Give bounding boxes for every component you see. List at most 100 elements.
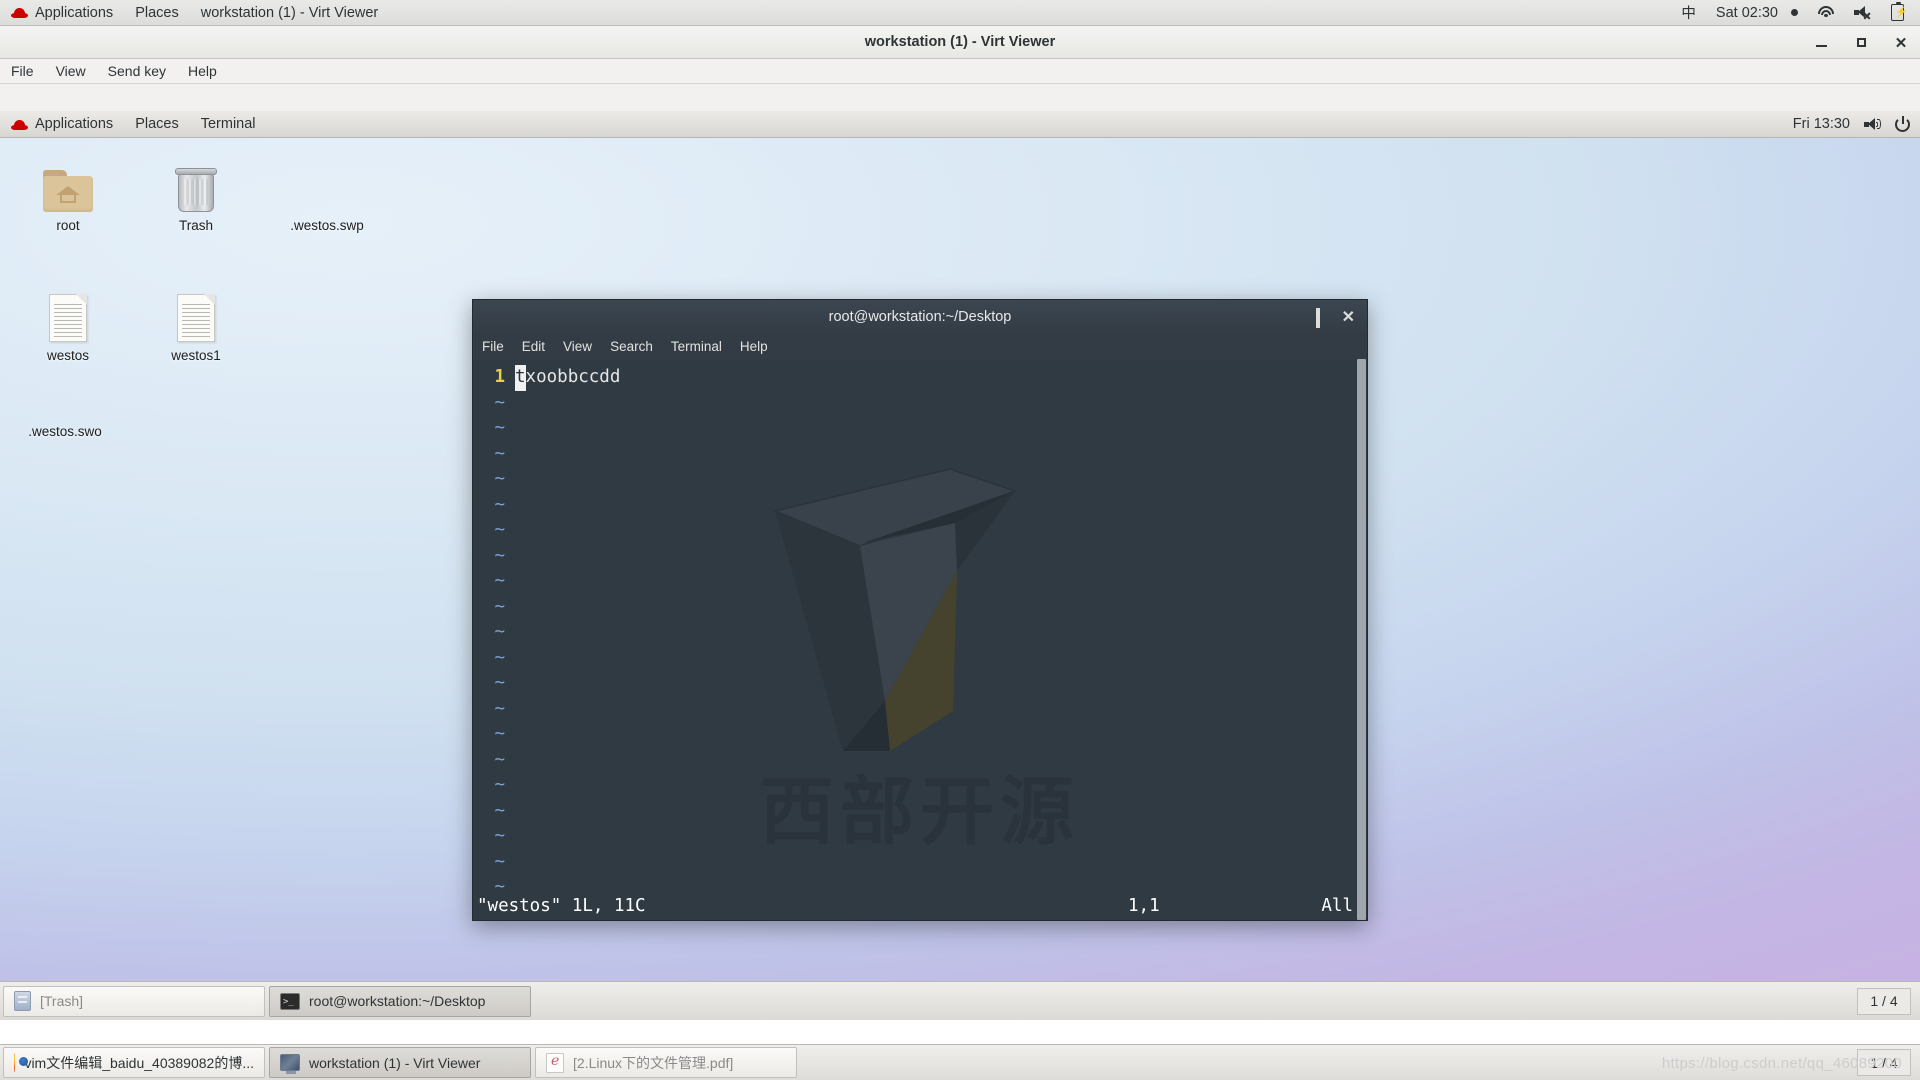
desktop-icon-label: westos bbox=[46, 348, 90, 363]
vim-tilde-row: ~ bbox=[473, 569, 1367, 595]
terminal-scrollbar[interactable] bbox=[1357, 359, 1366, 920]
vim-tilde-row: ~ bbox=[473, 518, 1367, 544]
taskbar-item-terminal[interactable]: root@workstation:~/Desktop bbox=[269, 985, 531, 1017]
desktop-icon-trash[interactable]: Trash bbox=[148, 156, 244, 233]
volume-icon[interactable] bbox=[1864, 117, 1881, 131]
vv-menu-send-key[interactable]: Send key bbox=[97, 59, 177, 84]
host-window-title[interactable]: workstation (1) - Virt Viewer bbox=[190, 0, 390, 26]
vim-tilde-column: ~~~~~~~~~~~~~~~~~~~~~~ bbox=[473, 391, 1367, 921]
terminal-menu-file[interactable]: File bbox=[473, 334, 513, 359]
battery-charging-icon[interactable]: ⚡ bbox=[1881, 0, 1914, 26]
taskbar-item-label: workstation (1) - Virt Viewer bbox=[309, 1054, 481, 1071]
vim-tilde-row: ~ bbox=[473, 493, 1367, 519]
close-icon[interactable]: ✕ bbox=[1342, 309, 1355, 326]
host-taskbar: vim文件编辑_baidu_40389082的博... workstation … bbox=[0, 1044, 1920, 1080]
desktop-icon-label: root bbox=[56, 218, 80, 233]
terminal-body[interactable]: 西部开源 1 txoobbccdd ~~~~~~~~~~~~~~~~~~~~~~… bbox=[472, 359, 1368, 921]
vv-menu-view[interactable]: View bbox=[45, 59, 97, 84]
taskbar-item-trash[interactable]: [Trash] bbox=[3, 985, 265, 1017]
vv-menu-file[interactable]: File bbox=[0, 59, 45, 84]
power-icon[interactable] bbox=[1895, 115, 1910, 132]
guest-places-menu[interactable]: Places bbox=[124, 111, 190, 138]
taskbar-item-label: vim文件编辑_baidu_40389082的博... bbox=[24, 1054, 254, 1071]
vim-tilde-row: ~ bbox=[473, 799, 1367, 825]
vim-buffer[interactable]: 1 txoobbccdd ~~~~~~~~~~~~~~~~~~~~~~ bbox=[473, 359, 1367, 921]
vim-tilde-row: ~ bbox=[473, 442, 1367, 468]
terminal-menu-view[interactable]: View bbox=[554, 334, 601, 359]
desktop-icon-root[interactable]: root bbox=[20, 156, 116, 233]
host-applications-menu[interactable]: Applications bbox=[0, 0, 124, 26]
desktop-icon-westos-swp[interactable]: .westos.swp bbox=[262, 156, 392, 233]
trash-icon bbox=[148, 156, 244, 212]
desktop-icon-westos-swo[interactable]: .westos.swo bbox=[0, 418, 130, 439]
guest-applications-menu[interactable]: Applications bbox=[0, 111, 124, 138]
virt-viewer-window: workstation (1) - Virt Viewer ✕ File Vie… bbox=[0, 26, 1920, 1020]
terminal-menu-search[interactable]: Search bbox=[601, 334, 662, 359]
document-icon bbox=[20, 286, 116, 342]
folder-icon bbox=[20, 156, 116, 212]
vim-tilde-row: ~ bbox=[473, 620, 1367, 646]
vim-tilde: ~ bbox=[494, 800, 505, 821]
volume-muted-icon[interactable] bbox=[1844, 0, 1881, 26]
vim-tilde: ~ bbox=[494, 520, 505, 540]
hidden-file-icon bbox=[262, 156, 392, 212]
vim-tilde-row: ~ bbox=[473, 697, 1367, 723]
host-clock[interactable]: Sat 02:30 bbox=[1706, 0, 1808, 26]
virt-viewer-titlebar[interactable]: workstation (1) - Virt Viewer ✕ bbox=[0, 26, 1920, 59]
close-icon[interactable]: ✕ bbox=[1892, 34, 1910, 52]
maximize-icon[interactable] bbox=[1315, 307, 1320, 328]
vim-tilde: ~ bbox=[494, 596, 505, 617]
vim-tilde: ~ bbox=[494, 469, 505, 489]
vim-tilde: ~ bbox=[494, 698, 505, 719]
guest-workspace-indicator[interactable]: 1 / 4 bbox=[1857, 987, 1911, 1015]
vim-cursor-position: 1,1 bbox=[1128, 896, 1160, 916]
host-workspace-indicator[interactable]: 1 / 4 bbox=[1857, 1049, 1911, 1076]
terminal-menu-edit[interactable]: Edit bbox=[513, 334, 554, 359]
input-method-indicator[interactable]: 中 bbox=[1671, 0, 1706, 26]
guest-terminal-menu[interactable]: Terminal bbox=[190, 111, 267, 138]
desktop-icon-westos[interactable]: westos bbox=[20, 286, 116, 363]
guest-taskbar: [Trash] root@workstation:~/Desktop 1 / 4 bbox=[0, 981, 1920, 1020]
minimize-icon[interactable] bbox=[1812, 34, 1830, 52]
taskbar-item-firefox[interactable]: vim文件编辑_baidu_40389082的博... bbox=[3, 1047, 265, 1078]
virt-viewer-icon bbox=[280, 1054, 300, 1074]
taskbar-item-virt-viewer[interactable]: workstation (1) - Virt Viewer bbox=[269, 1047, 531, 1078]
vim-tilde-row: ~ bbox=[473, 391, 1367, 417]
maximize-icon[interactable] bbox=[1852, 34, 1870, 52]
vim-tilde-row: ~ bbox=[473, 748, 1367, 774]
vim-tilde-row: ~ bbox=[473, 773, 1367, 799]
vim-tilde: ~ bbox=[494, 826, 505, 846]
desktop-icon-label: .westos.swp bbox=[290, 218, 364, 233]
notification-dot-icon bbox=[1791, 9, 1798, 16]
host-status-area: 中 Sat 02:30 ⚡ bbox=[1671, 0, 1920, 26]
vim-line-text: xoobbccdd bbox=[525, 367, 621, 387]
taskbar-item-label: root@workstation:~/Desktop bbox=[309, 993, 486, 1009]
terminal-icon bbox=[280, 992, 300, 1010]
desktop-icon-label: .westos.swo bbox=[28, 424, 102, 439]
vv-menu-help[interactable]: Help bbox=[177, 59, 228, 84]
vim-cursor: t bbox=[515, 365, 526, 391]
taskbar-item-pdf[interactable]: [2.Linux下的文件管理.pdf] bbox=[535, 1047, 797, 1078]
terminal-menu-terminal[interactable]: Terminal bbox=[662, 334, 731, 359]
desktop-icon-westos1[interactable]: westos1 bbox=[148, 286, 244, 363]
vim-file-info: "westos" 1L, 11C bbox=[477, 896, 646, 916]
terminal-titlebar[interactable]: root@workstation:~/Desktop ✕ bbox=[472, 299, 1368, 334]
vim-tilde: ~ bbox=[494, 545, 505, 566]
vim-tilde: ~ bbox=[494, 673, 505, 693]
vim-line-1: 1 t xoobbccdd bbox=[473, 365, 1367, 391]
vim-tilde-row: ~ bbox=[473, 722, 1367, 748]
vim-tilde-row: ~ bbox=[473, 544, 1367, 570]
terminal-menu-help[interactable]: Help bbox=[731, 334, 777, 359]
host-places-menu[interactable]: Places bbox=[124, 0, 190, 26]
guest-clock[interactable]: Fri 13:30 bbox=[1793, 116, 1850, 132]
document-icon bbox=[148, 286, 244, 342]
wifi-icon[interactable] bbox=[1808, 0, 1844, 26]
pdf-icon bbox=[546, 1052, 564, 1073]
terminal-menubar: File Edit View Search Terminal Help bbox=[472, 334, 1368, 359]
guest-desktop[interactable]: root Trash .westos.swp westos westos1 .w… bbox=[0, 138, 1920, 981]
vim-tilde-row: ~ bbox=[473, 824, 1367, 850]
guest-status-area: Fri 13:30 bbox=[1793, 115, 1920, 132]
desktop-icon-label: westos1 bbox=[171, 348, 221, 363]
vim-tilde-row: ~ bbox=[473, 646, 1367, 672]
scrollbar-thumb[interactable] bbox=[1357, 359, 1366, 920]
